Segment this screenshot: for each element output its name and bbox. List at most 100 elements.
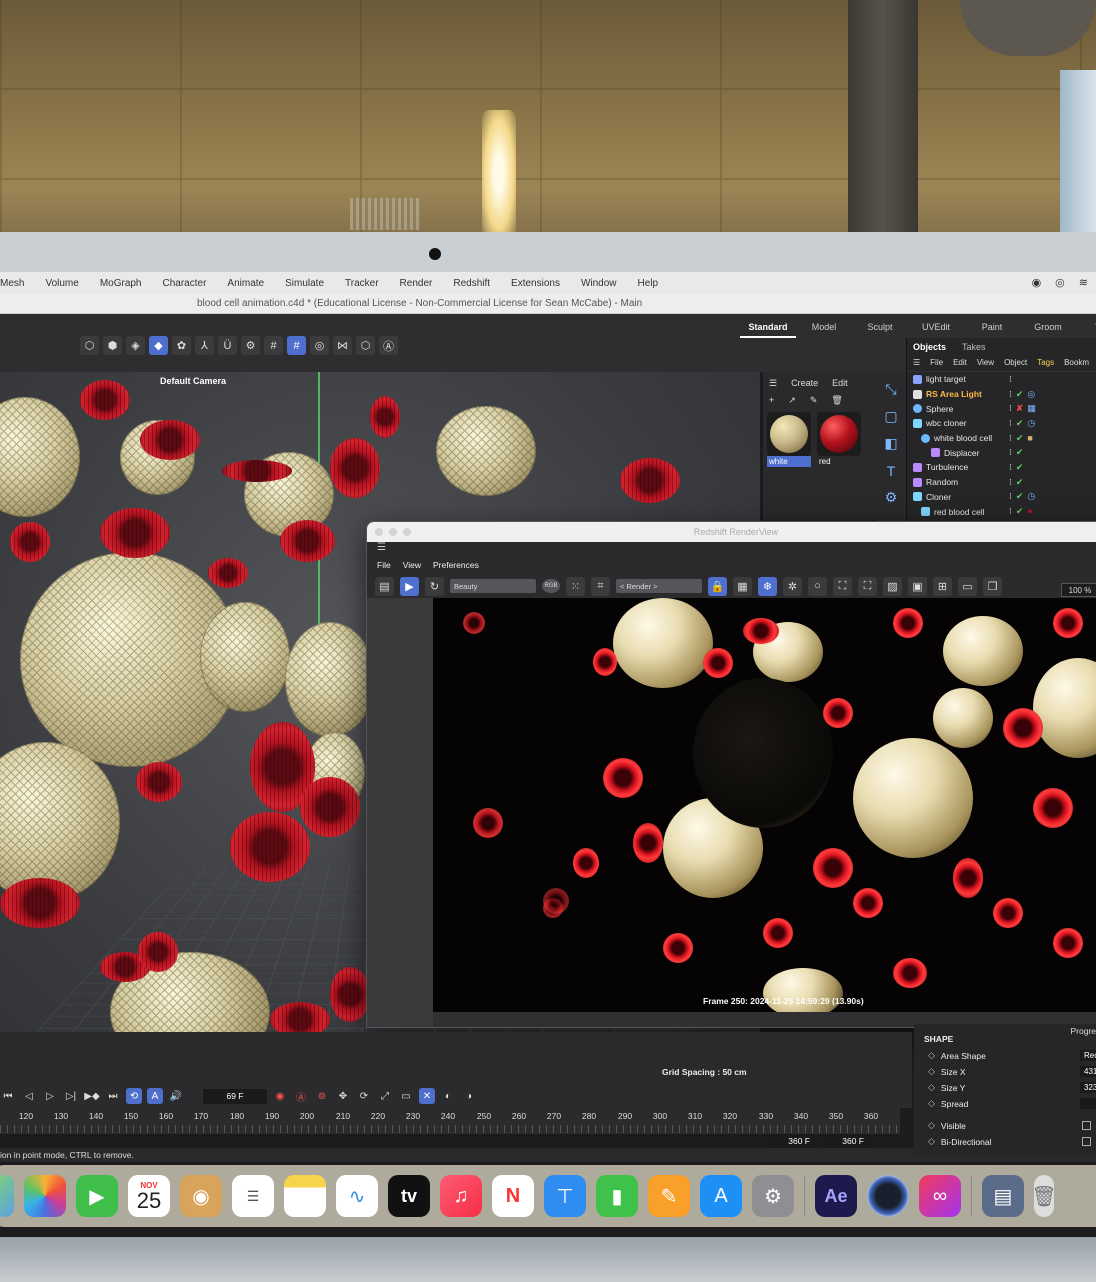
keyframe-diamond-icon[interactable]: ◇ [928,1098,935,1109]
viewport-camera-label[interactable]: Default Camera [160,376,226,386]
keyframe-diamond-icon[interactable]: ◇ [928,1050,935,1061]
red-blood-cell[interactable] [222,460,292,482]
calendar-app-icon[interactable]: NOV 25 [128,1175,170,1217]
material-create-menu[interactable]: Create [791,378,818,389]
clapper-icon[interactable]: ▤ [375,576,394,596]
preview-range-icon[interactable]: A [147,1088,163,1104]
timeline-ruler[interactable]: 120 130 140 150 160 170 180 190 200 210 … [0,1108,900,1134]
red-blood-cell[interactable] [0,878,80,928]
snapshot-icon[interactable]: ▣ [908,576,927,596]
hamburger-icon[interactable]: ☰ [367,542,1096,556]
step-forward-icon[interactable]: ▷| [63,1088,79,1104]
gear-icon[interactable]: ⚙ [882,488,901,507]
tab-sculpt[interactable]: Sculpt [852,318,908,338]
tab-model[interactable]: Model [796,318,852,338]
visibility-dots[interactable]: ⁝ [1009,506,1012,517]
keyframe-diamond-icon[interactable]: ◇ [928,1082,935,1093]
object-row[interactable]: Sphere ⁝ ✘ ▦ [907,401,1096,416]
scene-end-field[interactable]: 360 F [824,1134,870,1148]
tab-uvedit[interactable]: UVEdit [908,318,964,338]
visibility-dots[interactable]: ⁝ [1009,447,1012,458]
redshift-renderview-window[interactable]: Redshift RenderView ☰ File View Preferen… [366,521,1096,1028]
screen-record-icon[interactable]: ◉ [1032,276,1042,289]
enabled-check-icon[interactable]: ✔ [1016,462,1024,473]
red-blood-cell[interactable] [370,396,400,438]
soft-selection-icon[interactable]: ◎ [310,336,329,355]
control-center-icon[interactable]: ◎ [1055,276,1065,289]
red-blood-cell[interactable] [300,777,360,837]
edge-mode-icon[interactable]: ◈ [126,336,145,355]
white-blood-cell[interactable] [436,406,536,496]
attribute-row[interactable]: ◇ Area Shape Rectar [928,1050,1096,1061]
text-icon[interactable]: T [882,461,901,480]
attribute-row[interactable]: ◇ Spread [928,1098,1096,1109]
menu-window[interactable]: Window [581,278,617,289]
red-blood-cell[interactable] [138,932,178,972]
attribute-value[interactable]: 323.3 [1080,1082,1096,1093]
tab-standard[interactable]: Standard [740,318,796,338]
attribute-row[interactable]: ◇ Bi-Directional [928,1136,1096,1147]
notes-app-icon[interactable] [284,1175,326,1217]
red-blood-cell[interactable] [208,558,248,588]
obj-menu-file[interactable]: File [930,358,943,367]
menu-animate[interactable]: Animate [227,278,264,289]
sound-icon[interactable]: 🔊 [168,1088,184,1104]
obj-menu-tags[interactable]: Tags [1037,358,1054,367]
square-icon[interactable]: ▢ [882,407,901,426]
compare-icon[interactable]: ▨ [883,576,902,596]
news-app-icon[interactable]: N [492,1175,534,1217]
obj-menu-view[interactable]: View [977,358,994,367]
preview-end-field[interactable]: 360 F [770,1134,816,1148]
obj-menu-bookmarks[interactable]: Bookm [1064,358,1089,367]
render-icon[interactable]: Ⓐ [379,336,398,355]
menu-render[interactable]: Render [400,278,433,289]
enabled-check-icon[interactable]: ✔ [1016,506,1024,517]
disabled-cross-icon[interactable]: ✘ [1016,403,1024,414]
param-key-icon[interactable]: ▭ [398,1088,414,1104]
axis-icon[interactable]: ⅄ [195,336,214,355]
pages-app-icon[interactable]: ✎ [648,1175,690,1217]
step-back-icon[interactable]: ◁ [21,1088,37,1104]
trash-icon[interactable]: 🗑 [831,395,842,406]
copy-icon[interactable]: ❐ [983,576,1002,596]
facetime-app-icon[interactable]: ▶ [76,1175,118,1217]
menu-simulate[interactable]: Simulate [285,278,324,289]
pv-icon[interactable]: ▭ [958,576,977,596]
red-blood-cell[interactable] [330,967,370,1022]
pla-key-icon[interactable]: ✕ [419,1088,435,1104]
object-row[interactable]: RS Area Light ⁝ ✔ ◎ [907,387,1096,402]
visibility-dots[interactable]: ⁝ [1009,462,1012,473]
obj-menu-edit[interactable]: Edit [953,358,967,367]
settings-icon[interactable]: ⚙ [241,336,260,355]
contacts-app-icon[interactable]: ◉ [180,1175,222,1217]
trash-icon[interactable]: 🗑 [1031,1175,1057,1217]
visibility-dots[interactable]: ⁝ [1009,491,1012,502]
object-row[interactable]: white blood cell ⁝ ✔ ■ [907,431,1096,446]
minimize-button[interactable] [389,528,397,536]
menu-mograph[interactable]: MoGraph [100,278,142,289]
material-edit-menu[interactable]: Edit [832,378,848,389]
object-row[interactable]: Displacer ⁝ ✔ [907,445,1096,460]
refresh-icon[interactable]: ↻ [425,576,444,596]
enabled-check-icon[interactable]: ✔ [1016,477,1024,488]
system-settings-icon[interactable]: ⚙ [752,1175,794,1217]
menu-tracker[interactable]: Tracker [345,278,379,289]
creative-cloud-app-icon[interactable]: ∞ [919,1175,961,1217]
keyframe-diamond-icon[interactable]: ◇ [928,1136,935,1147]
tab-objects[interactable]: Objects [913,342,946,352]
enabled-check-icon[interactable]: ✔ [1016,447,1024,458]
tiles-icon[interactable]: ▦ [733,576,752,596]
polygon-mode-icon[interactable]: ◆ [149,336,168,355]
arrow-icon[interactable]: ↗ [788,395,796,406]
material-menu-icon[interactable]: ☰ [769,378,777,389]
reminders-app-icon[interactable]: ☰ [232,1175,274,1217]
attribute-row[interactable]: ◇ Size Y 323.3 [928,1082,1096,1093]
red-blood-cell[interactable] [620,458,680,503]
go-to-end-icon[interactable]: ⏭ [105,1088,121,1104]
red-blood-cell[interactable] [100,508,170,558]
enabled-check-icon[interactable]: ✔ [1016,433,1024,444]
object-row[interactable]: Random ⁝ ✔ [907,475,1096,490]
move-icon[interactable]: ⤡ [882,380,901,399]
visibility-dots[interactable]: ⁝ [1009,389,1012,400]
target-tag-icon[interactable]: ◎ [1027,389,1035,400]
